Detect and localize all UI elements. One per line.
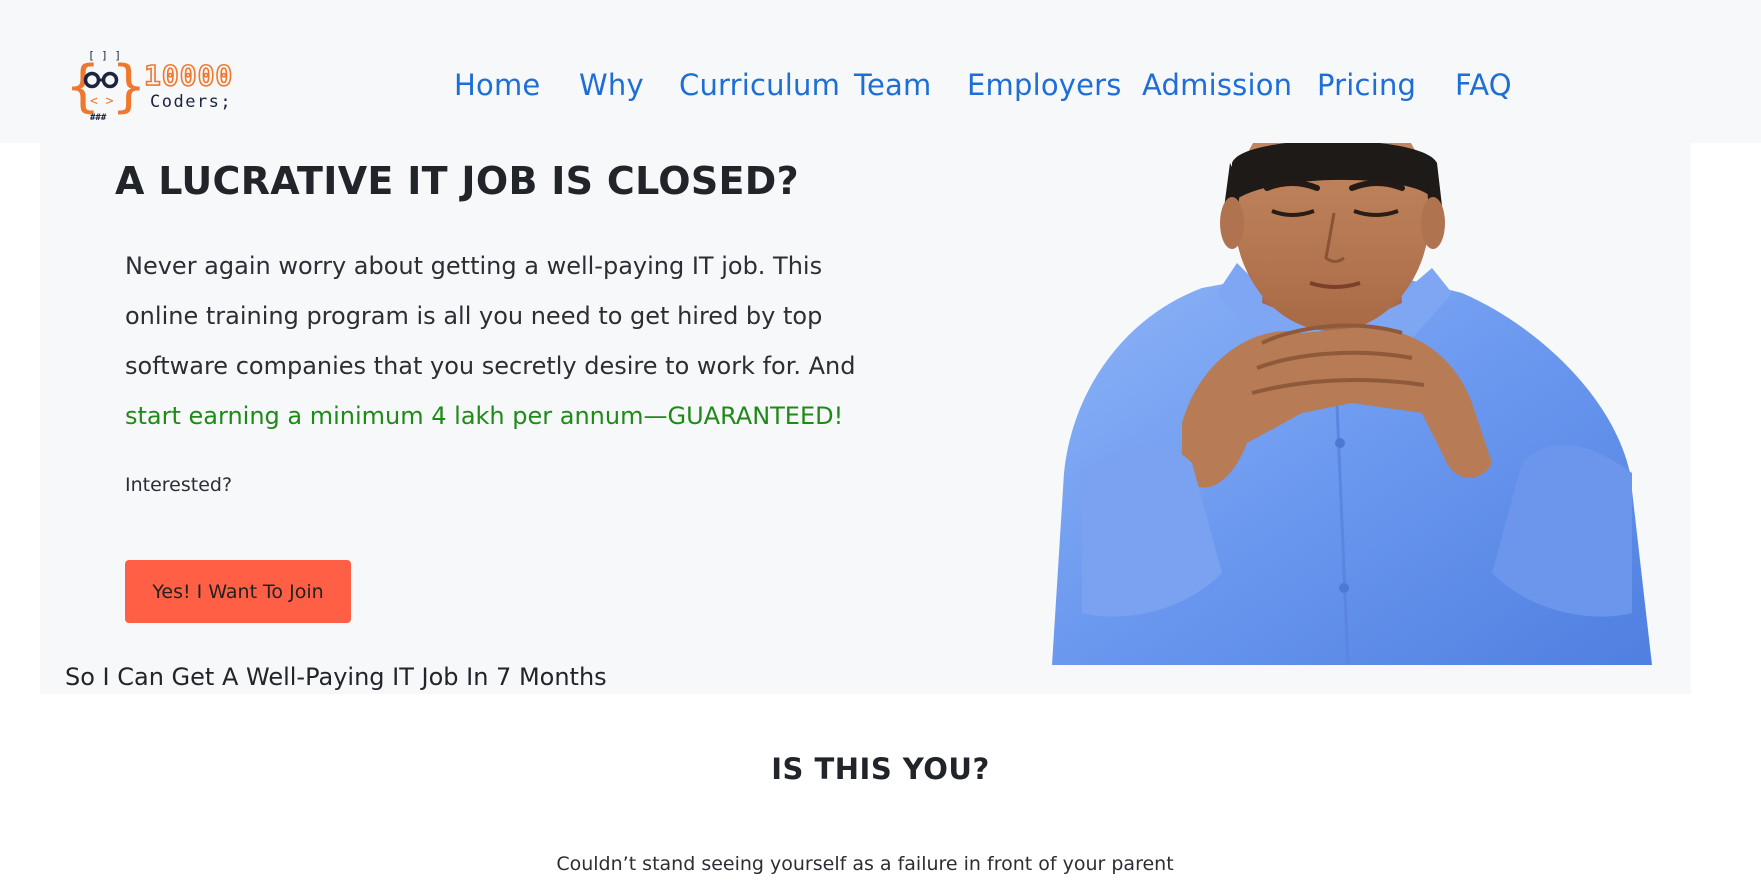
pain-point-text: Couldn’t stand seeing yourself as a fail… xyxy=(556,853,1174,875)
hero-description-text: Never again worry about getting a well-p… xyxy=(125,252,856,380)
svg-text:###: ### xyxy=(90,113,107,123)
hero-person-image xyxy=(1052,143,1672,665)
hero-subheading: So I Can Get A Well-Paying IT Job In 7 M… xyxy=(65,663,607,691)
nav-pricing[interactable]: Pricing xyxy=(1317,68,1416,102)
svg-text:10000: 10000 xyxy=(144,59,233,92)
hero-description: Never again worry about getting a well-p… xyxy=(125,241,885,441)
svg-text:}: } xyxy=(112,54,146,119)
hero-guarantee-highlight: start earning a minimum 4 lakh per annum… xyxy=(125,402,844,430)
brand-logo[interactable]: [ ] ] { } < > ### 10000 Coders; xyxy=(68,47,248,127)
svg-text:Coders;: Coders; xyxy=(150,92,232,112)
hero-title: A LUCRATIVE IT JOB IS CLOSED? xyxy=(115,159,799,203)
interested-label: Interested? xyxy=(125,474,233,496)
nav-home[interactable]: Home xyxy=(454,68,540,102)
nav-why[interactable]: Why xyxy=(579,68,644,102)
svg-text:< >: < > xyxy=(90,94,114,109)
logo-icon: [ ] ] { } < > ### 10000 Coders; xyxy=(68,49,233,123)
nav-employers[interactable]: Employers xyxy=(967,68,1122,102)
section-title: IS THIS YOU? xyxy=(771,752,990,786)
nav-curriculum[interactable]: Curriculum xyxy=(679,68,840,102)
navbar: [ ] ] { } < > ### 10000 Coders; Home Why… xyxy=(0,0,1761,143)
nav-admission[interactable]: Admission xyxy=(1142,68,1292,102)
nav-faq[interactable]: FAQ xyxy=(1455,68,1512,102)
join-button[interactable]: Yes! I Want To Join xyxy=(125,560,351,623)
nav-team[interactable]: Team xyxy=(854,68,931,102)
